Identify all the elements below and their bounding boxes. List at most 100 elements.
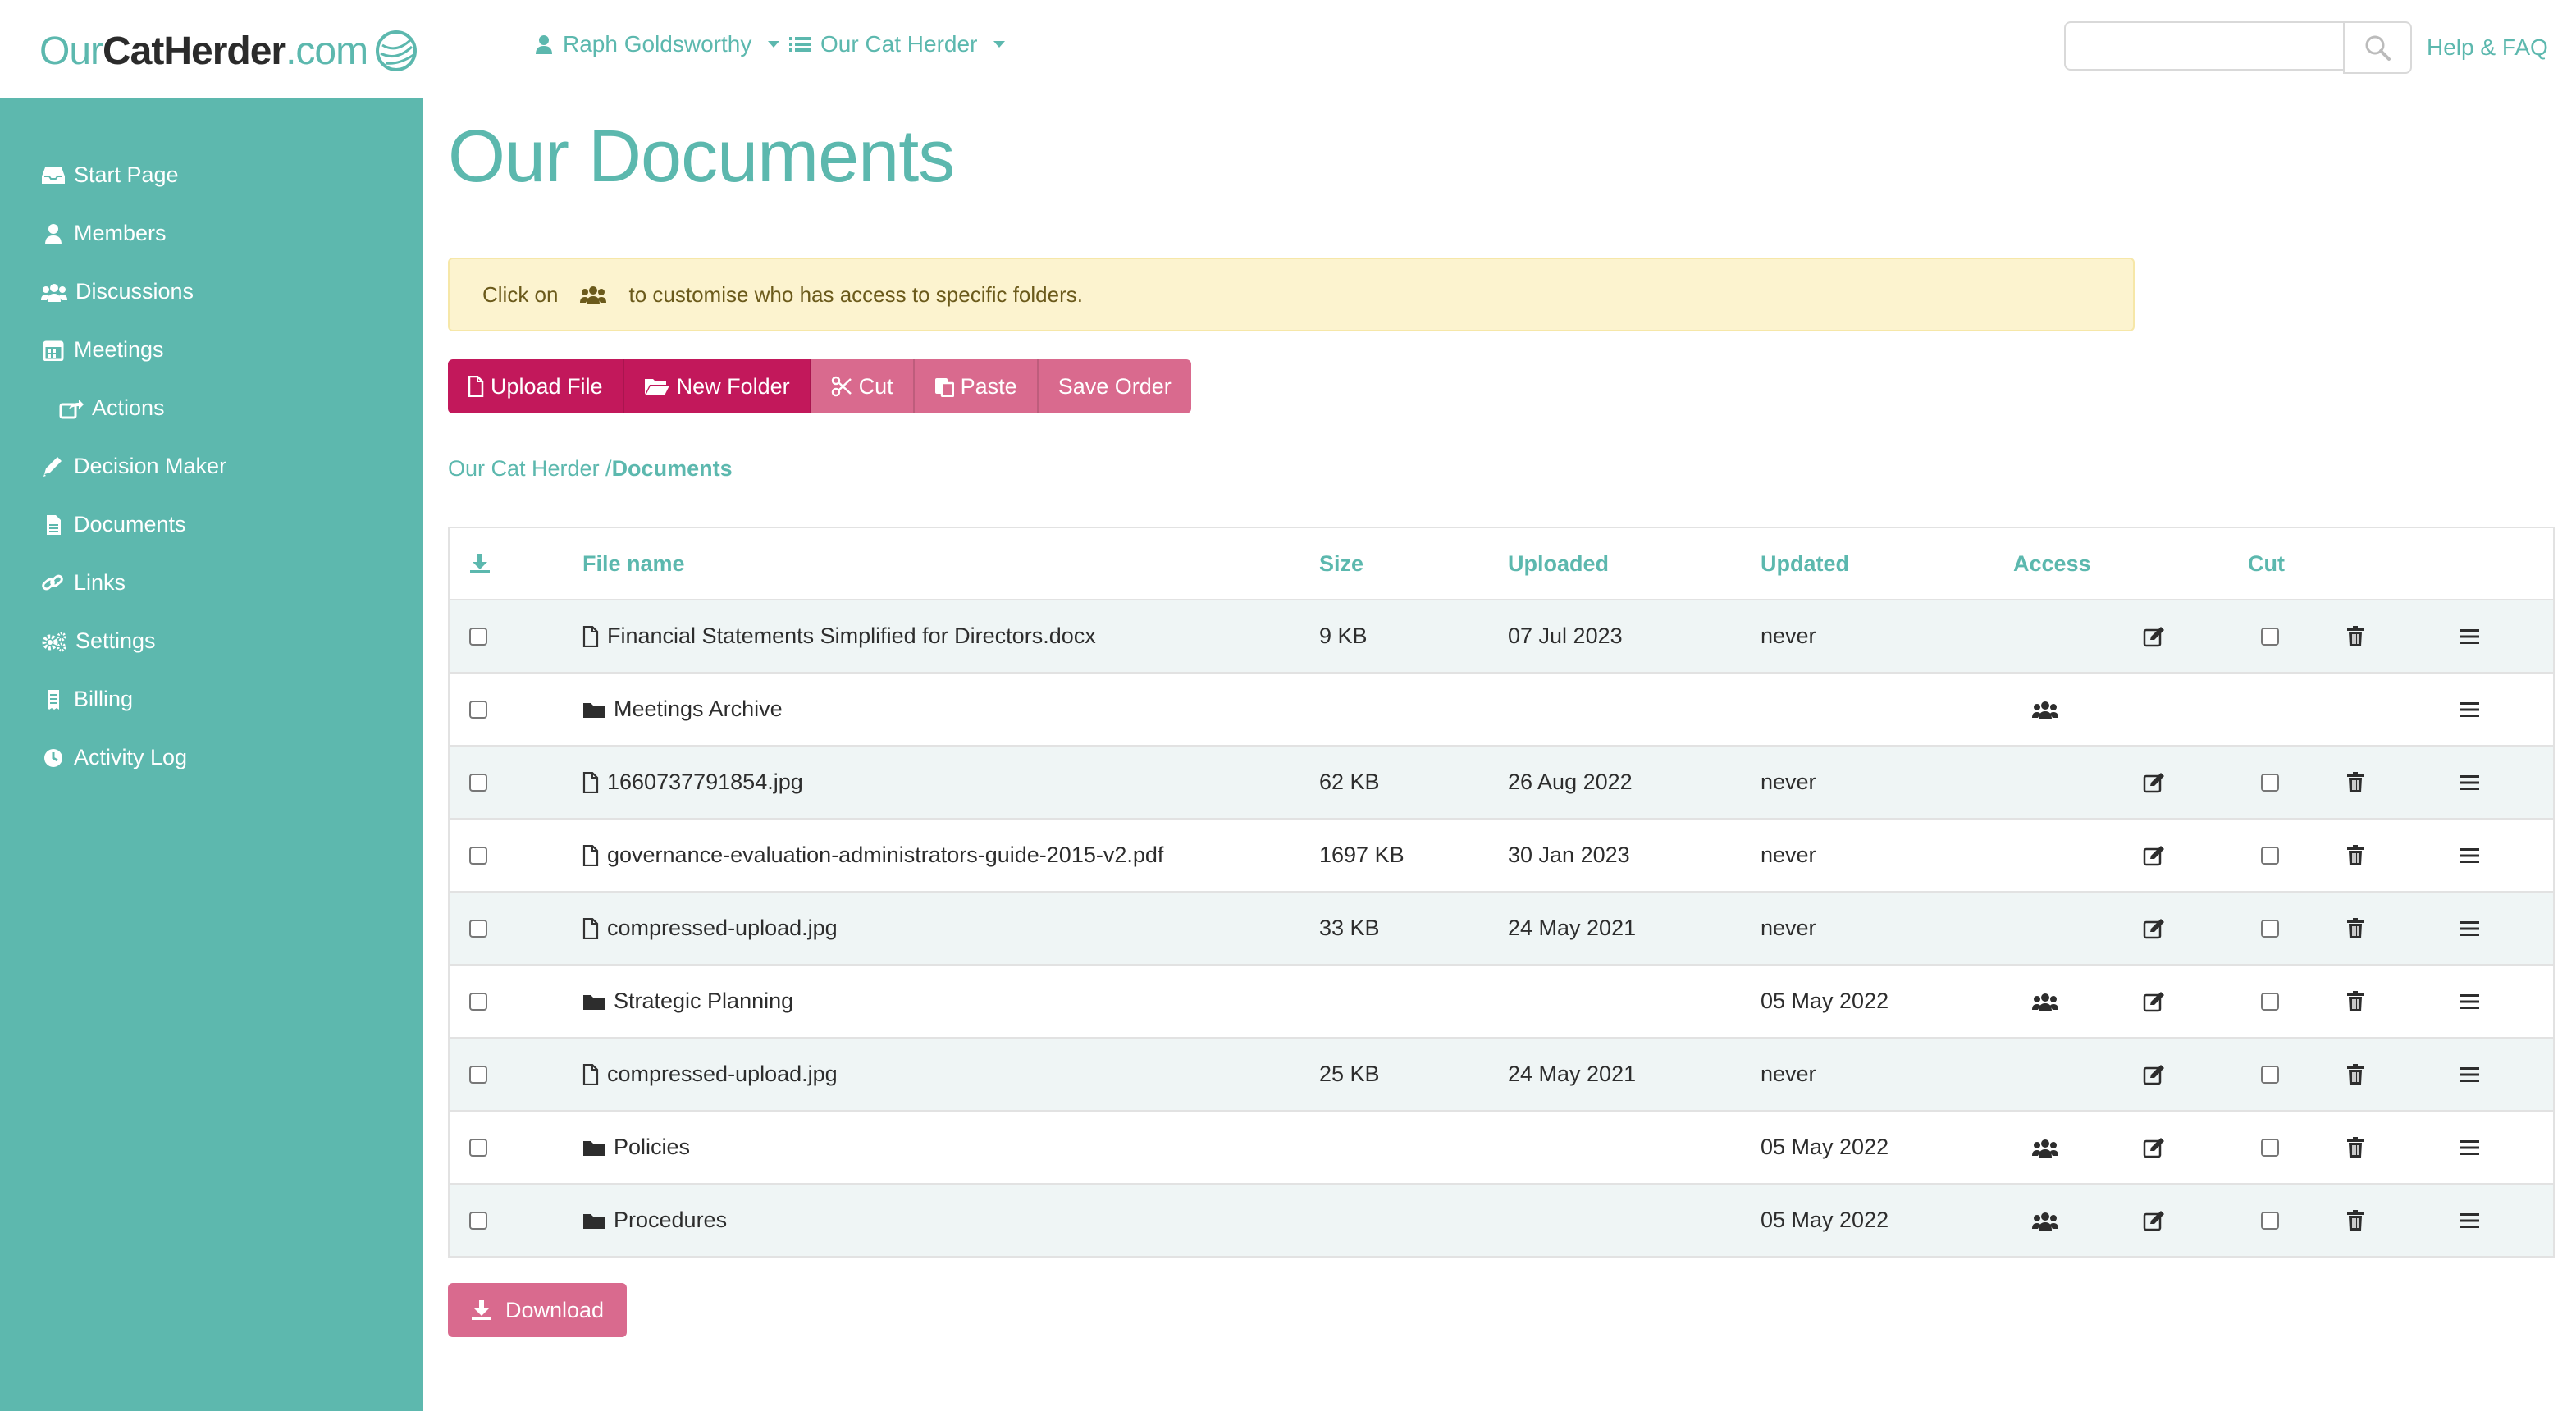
- filename-cell[interactable]: Strategic Planning: [582, 966, 793, 1037]
- cut-checkbox[interactable]: [2261, 1138, 2279, 1157]
- drag-handle[interactable]: [2460, 674, 2479, 745]
- table-row-file[interactable]: Financial Statements Simplified for Dire…: [450, 599, 2553, 672]
- row-select-checkbox[interactable]: [469, 919, 487, 938]
- filename-cell[interactable]: governance-evaluation-administrators-gui…: [582, 820, 1163, 891]
- access-button[interactable]: [2031, 966, 2059, 1037]
- delete-button[interactable]: [2346, 1039, 2364, 1110]
- edit-button[interactable]: [2143, 747, 2166, 818]
- search-input[interactable]: [2064, 21, 2343, 71]
- table-row-folder[interactable]: Meetings Archive: [450, 672, 2553, 745]
- drag-handle[interactable]: [2460, 1185, 2479, 1256]
- col-header-filename[interactable]: File name: [582, 528, 685, 599]
- cut-checkbox[interactable]: [2261, 773, 2279, 792]
- edit-button[interactable]: [2143, 1185, 2166, 1256]
- save-order-button[interactable]: Save Order: [1038, 359, 1191, 413]
- download-all-icon-cell[interactable]: [469, 528, 491, 599]
- filename-link[interactable]: Financial Statements Simplified for Dire…: [607, 623, 1096, 649]
- sidebar-item-activity-log[interactable]: Activity Log: [41, 745, 187, 770]
- table-row-file[interactable]: governance-evaluation-administrators-gui…: [450, 818, 2553, 891]
- delete-button[interactable]: [2346, 1112, 2364, 1183]
- brand-logo[interactable]: Our CatHerder .com: [39, 25, 418, 77]
- table-row-folder[interactable]: Procedures 05 May 2022: [450, 1183, 2553, 1256]
- sidebar-item-start-page[interactable]: Start Page: [41, 162, 179, 188]
- table-row-file[interactable]: compressed-upload.jpg 33 KB 24 May 2021 nev…: [450, 891, 2553, 964]
- help-faq-link[interactable]: Help & FAQ: [2427, 34, 2548, 61]
- edit-button[interactable]: [2143, 1112, 2166, 1183]
- filename-cell[interactable]: compressed-upload.jpg: [582, 1039, 838, 1110]
- delete-button[interactable]: [2346, 747, 2364, 818]
- drag-handle[interactable]: [2460, 893, 2479, 964]
- access-button[interactable]: [2031, 1185, 2059, 1256]
- sidebar-item-documents[interactable]: Documents: [41, 512, 186, 537]
- edit-button[interactable]: [2143, 966, 2166, 1037]
- access-button[interactable]: [2031, 674, 2059, 745]
- edit-button[interactable]: [2143, 600, 2166, 672]
- drag-handle[interactable]: [2460, 600, 2479, 672]
- search-button[interactable]: [2343, 21, 2412, 74]
- delete-button[interactable]: [2346, 820, 2364, 891]
- edit-button[interactable]: [2143, 820, 2166, 891]
- cut-checkbox[interactable]: [2261, 627, 2279, 646]
- cut-checkbox[interactable]: [2261, 846, 2279, 865]
- drag-handle[interactable]: [2460, 820, 2479, 891]
- upload-file-button[interactable]: Upload File: [448, 359, 624, 413]
- row-select-checkbox[interactable]: [469, 992, 487, 1011]
- table-row-folder[interactable]: Strategic Planning 05 May 2022: [450, 964, 2553, 1037]
- delete-button[interactable]: [2346, 893, 2364, 964]
- breadcrumb-root-link[interactable]: Our Cat Herder /: [448, 456, 612, 481]
- filename-link[interactable]: Meetings Archive: [614, 696, 783, 722]
- filename-cell[interactable]: compressed-upload.jpg: [582, 893, 838, 964]
- filename-link[interactable]: compressed-upload.jpg: [607, 916, 838, 941]
- filename-cell[interactable]: Procedures: [582, 1185, 727, 1256]
- new-folder-button[interactable]: New Folder: [623, 359, 811, 413]
- cut-checkbox[interactable]: [2261, 919, 2279, 938]
- table-row-folder[interactable]: Policies 05 May 2022: [450, 1110, 2553, 1183]
- filename-link[interactable]: Procedures: [614, 1208, 727, 1233]
- row-select-checkbox[interactable]: [469, 846, 487, 865]
- table-row-file[interactable]: compressed-upload.jpg 25 KB 24 May 2021 nev…: [450, 1037, 2553, 1110]
- cut-checkbox[interactable]: [2261, 992, 2279, 1011]
- filename-link[interactable]: compressed-upload.jpg: [607, 1062, 838, 1087]
- edit-button[interactable]: [2143, 893, 2166, 964]
- filename-cell[interactable]: Meetings Archive: [582, 674, 783, 745]
- access-button[interactable]: [2031, 1112, 2059, 1183]
- drag-handle[interactable]: [2460, 747, 2479, 818]
- filename-link[interactable]: Strategic Planning: [614, 989, 793, 1014]
- sidebar-item-actions[interactable]: Actions: [59, 395, 165, 421]
- sidebar-item-members[interactable]: Members: [41, 221, 167, 246]
- drag-handle[interactable]: [2460, 1039, 2479, 1110]
- delete-button[interactable]: [2346, 1185, 2364, 1256]
- row-select-checkbox[interactable]: [469, 1065, 487, 1084]
- delete-button[interactable]: [2346, 966, 2364, 1037]
- table-row-file[interactable]: 1660737791854.jpg 62 KB 26 Aug 2022 never: [450, 745, 2553, 818]
- sidebar-item-discussions[interactable]: Discussions: [41, 279, 194, 304]
- row-select-checkbox[interactable]: [469, 1211, 487, 1230]
- col-header-updated[interactable]: Updated: [1761, 528, 1849, 599]
- filename-cell[interactable]: Policies: [582, 1112, 690, 1183]
- filename-cell[interactable]: 1660737791854.jpg: [582, 747, 803, 818]
- cut-checkbox[interactable]: [2261, 1065, 2279, 1084]
- cut-checkbox[interactable]: [2261, 1211, 2279, 1230]
- sidebar-item-settings[interactable]: Settings: [41, 628, 156, 654]
- filename-link[interactable]: 1660737791854.jpg: [607, 769, 803, 795]
- col-header-size[interactable]: Size: [1319, 528, 1363, 599]
- filename-cell[interactable]: Financial Statements Simplified for Dire…: [582, 600, 1096, 672]
- org-menu[interactable]: Our Cat Herder: [789, 31, 1006, 57]
- row-select-checkbox[interactable]: [469, 773, 487, 792]
- filename-link[interactable]: Policies: [614, 1135, 690, 1160]
- user-menu[interactable]: Raph Goldsworthy: [535, 31, 780, 57]
- sidebar-item-meetings[interactable]: Meetings: [41, 337, 164, 363]
- paste-button[interactable]: Paste: [914, 359, 1039, 413]
- cut-button[interactable]: Cut: [811, 359, 915, 413]
- delete-button[interactable]: [2346, 600, 2364, 672]
- row-select-checkbox[interactable]: [469, 627, 487, 646]
- drag-handle[interactable]: [2460, 966, 2479, 1037]
- drag-handle[interactable]: [2460, 1112, 2479, 1183]
- sidebar-item-links[interactable]: Links: [41, 570, 126, 596]
- col-header-uploaded[interactable]: Uploaded: [1508, 528, 1609, 599]
- row-select-checkbox[interactable]: [469, 700, 487, 719]
- sidebar-item-decision-maker[interactable]: Decision Maker: [41, 454, 226, 479]
- edit-button[interactable]: [2143, 1039, 2166, 1110]
- row-select-checkbox[interactable]: [469, 1138, 487, 1157]
- filename-link[interactable]: governance-evaluation-administrators-gui…: [607, 842, 1163, 868]
